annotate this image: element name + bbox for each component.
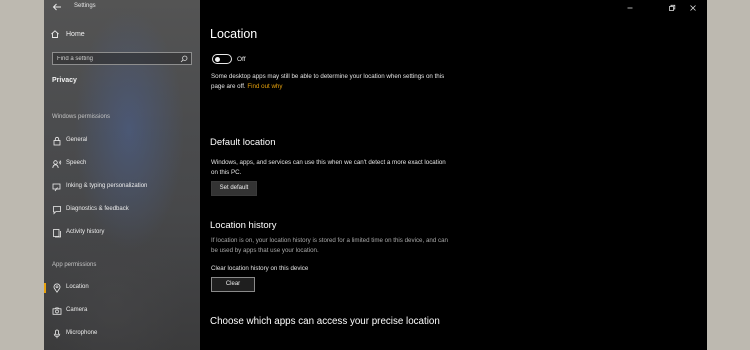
microphone-icon [53,329,61,339]
minimize-icon[interactable] [625,3,635,13]
sidebar-item-label: Speech [66,160,87,166]
sidebar-item-label: Inking & typing personalization [66,183,148,189]
sidebar: Settings Home Privacy Windows permission… [44,0,200,350]
set-default-button[interactable]: Set default [211,181,257,196]
history-icon [53,229,61,238]
choose-apps-heading: Choose which apps can access your precis… [210,316,440,327]
search-icon[interactable] [180,55,188,63]
privacy-section-heading: Privacy [52,77,77,84]
page-title: Location [210,27,258,41]
sidebar-item-label: General [66,137,88,143]
speech-icon [52,160,62,169]
sidebar-item-general[interactable]: General [44,133,200,149]
location-history-description: If location is on, your location history… [211,237,448,254]
home-icon [51,30,59,38]
default-location-description: Windows, apps, and services can use this… [211,159,446,176]
lock-icon [53,136,61,146]
sidebar-item-diagnostics[interactable]: Diagnostics & feedback [44,202,200,218]
sidebar-item-activity-history[interactable]: Activity history [44,225,200,241]
settings-window: Settings Home Privacy Windows permission… [44,0,707,350]
sidebar-item-speech[interactable]: Speech [44,156,200,172]
default-location-heading: Default location [210,137,276,148]
desktop-apps-note: Some desktop apps may still be able to d… [211,72,451,92]
restore-icon[interactable] [667,3,677,13]
location-history-heading: Location history [210,220,277,231]
sidebar-item-label: Microphone [66,330,98,336]
app-title: Settings [74,3,96,9]
back-arrow-icon[interactable] [51,2,63,14]
windows-permissions-label: Windows permissions [52,114,111,120]
app-permissions-label: App permissions [52,262,97,268]
clear-button[interactable]: Clear [211,277,255,292]
pen-icon [52,183,61,192]
sidebar-item-label: Camera [66,307,88,313]
sidebar-item-camera[interactable]: Camera [44,303,200,319]
toggle-knob [215,56,220,62]
desktop-apps-note-text: Some desktop apps may still be able to d… [211,73,445,90]
search-input[interactable] [57,54,175,64]
sidebar-item-location[interactable]: Location [44,280,200,296]
camera-icon [52,307,62,315]
search-box[interactable] [52,52,192,65]
sidebar-item-label: Activity history [66,229,105,235]
feedback-icon [53,206,61,215]
home-nav-item[interactable]: Home [50,27,85,41]
sidebar-item-label: Diagnostics & feedback [66,206,129,212]
sidebar-item-microphone[interactable]: Microphone [44,326,200,342]
sidebar-item-inking-typing[interactable]: Inking & typing personalization [44,179,200,195]
main-content: Location Off Some desktop apps may still… [200,0,707,350]
find-out-why-link[interactable]: Find out why [247,83,282,90]
toggle-state-label: Off [237,56,246,63]
sidebar-item-label: Location [66,284,89,290]
home-label: Home [66,30,85,38]
close-icon[interactable] [688,3,698,13]
location-toggle[interactable] [212,54,232,64]
location-icon [53,283,61,293]
clear-history-label: Clear location history on this device [211,265,309,272]
